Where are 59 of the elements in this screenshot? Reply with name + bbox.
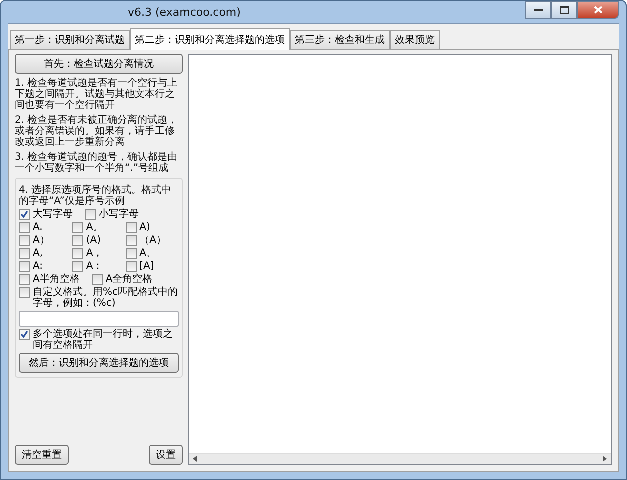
check-separation-button[interactable]: 首先：检查试题分离情况 (15, 54, 183, 74)
input-field[interactable] (19, 311, 179, 327)
checkbox[interactable] (126, 261, 137, 272)
checkbox[interactable] (126, 235, 137, 246)
checkbox-label: 小写字母 (99, 209, 139, 220)
checkbox[interactable] (19, 329, 30, 340)
checkbox[interactable] (19, 235, 30, 246)
checkbox[interactable] (72, 261, 84, 272)
checkbox[interactable] (92, 274, 103, 285)
checkbox[interactable] (85, 209, 96, 220)
minimize-icon (534, 8, 542, 12)
checkbox-label: 自定义格式。用%c匹配格式中的字母，例如：(%c) (33, 287, 179, 309)
checkbox[interactable] (19, 209, 30, 220)
checkbox-label: A， (86, 248, 104, 259)
horizontal-scrollbar[interactable] (189, 453, 611, 464)
checkbox[interactable] (72, 248, 84, 259)
checkbox[interactable] (19, 274, 30, 285)
instruction-text: 4. 选择原选项序号的格式。格式中的字母“A”仅是序号示例 (19, 185, 173, 207)
checkbox[interactable] (19, 287, 30, 298)
checkbox[interactable] (126, 222, 137, 233)
close-button[interactable] (577, 1, 619, 19)
checkbox-label: A。 (86, 222, 104, 233)
checkbox-label: （A） (140, 235, 166, 246)
reset-button[interactable]: 清空重置 (15, 445, 69, 465)
checkbox-label: [A] (140, 261, 154, 272)
checkbox-label: A. (33, 222, 43, 233)
right-arrow-icon (601, 455, 609, 463)
window-title: v6.3 (examcoo.com) (127, 6, 241, 18)
checkbox-label: A全角空格 (106, 274, 153, 285)
checkbox[interactable] (126, 248, 137, 259)
checkbox[interactable] (72, 235, 84, 246)
checkbox-label: 多个选项处在同一行时，选项之间有空格隔开 (33, 329, 174, 351)
left-arrow-icon (191, 455, 199, 463)
instruction-text: 2. 检查是否有未被正确分离的试题，或者分离错误的。如果有，请手工修改或返回上一步重新分离 (15, 115, 179, 148)
checkbox-label: 大写字母 (33, 209, 73, 220)
tab[interactable]: 效果预览 (390, 30, 440, 49)
checkbox[interactable] (72, 222, 84, 233)
tab[interactable]: 第二步：识别和分离选择题的选项 (130, 28, 290, 50)
tab[interactable]: 第三步：检查和生成 (290, 30, 390, 49)
checkbox[interactable] (19, 248, 30, 259)
checkbox[interactable] (19, 222, 30, 233)
checkbox-label: A, (33, 248, 44, 259)
instruction-text: 3. 检查每道试题的题号，确认都是由一个小写数字和一个半角“.”号组成 (15, 152, 179, 174)
checkbox-label: (A) (86, 235, 101, 246)
checkbox-label: A: (33, 261, 44, 272)
checkbox[interactable] (19, 261, 30, 272)
checkbox-label: A半角空格 (33, 274, 80, 285)
checkbox-label: A、 (140, 248, 156, 259)
minimize-button[interactable] (525, 1, 551, 19)
tab[interactable]: 第一步：识别和分离试题 (10, 30, 130, 49)
maximize-button[interactable] (551, 1, 577, 19)
maximize-icon (560, 6, 568, 14)
close-icon (594, 6, 602, 14)
instruction-text: 1. 检查每道试题是否有一个空行与上下题之间隔开。试题与其他文本行之间也要有一个空行隔开 (15, 78, 179, 111)
checkbox-label: A) (140, 222, 150, 233)
separate-options-button[interactable]: 然后：识别和分离选择题的选项 (19, 353, 179, 373)
settings-button[interactable]: 设置 (149, 445, 183, 465)
checkbox-label: A） (33, 235, 50, 246)
checkbox-label: A： (86, 261, 104, 272)
